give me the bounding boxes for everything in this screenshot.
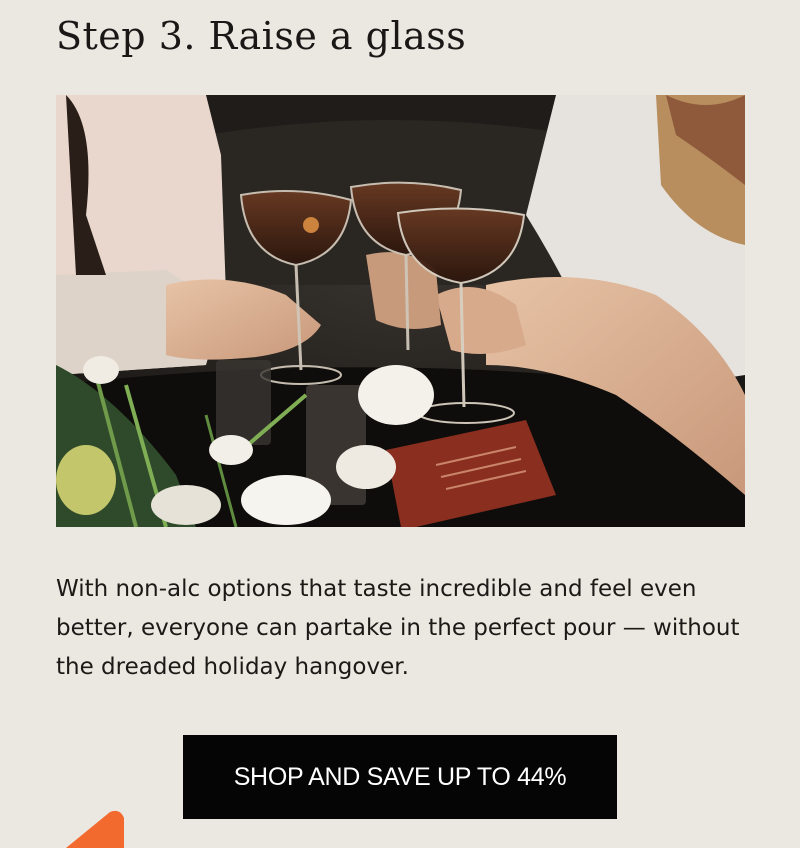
shop-and-save-button[interactable]: SHOP AND SAVE UP TO 44% — [183, 735, 617, 819]
body-copy: With non-alc options that taste incredib… — [56, 576, 740, 680]
toast-photo — [56, 95, 745, 527]
section-heading: Step 3. Raise a glass — [56, 14, 467, 58]
orange-shape-icon — [66, 810, 124, 848]
